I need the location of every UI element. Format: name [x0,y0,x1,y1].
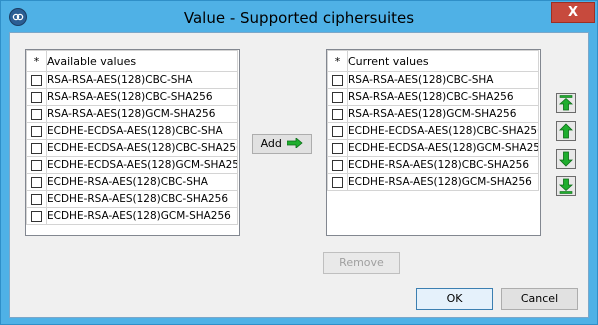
list-item[interactable]: ECDHE-ECDSA-AES(128)CBC-SHA [26,122,238,140]
list-item[interactable]: ECDHE-ECDSA-AES(128)CBC-SHA256 [327,122,539,140]
move-to-top-icon [559,95,573,111]
title-bar[interactable]: Value - Supported ciphersuites X [1,1,597,33]
row-checkbox[interactable] [332,109,343,120]
current-values-header[interactable]: Current values [347,50,539,72]
available-values-header[interactable]: Available values [46,50,238,72]
list-item[interactable]: RSA-RSA-AES(128)GCM-SHA256 [327,105,539,123]
cipher-name: RSA-RSA-AES(128)CBC-SHA [347,71,539,89]
row-checkbox[interactable] [31,160,42,171]
cipher-name: RSA-RSA-AES(128)CBC-SHA256 [46,88,238,106]
select-column-header[interactable]: * [26,50,47,72]
list-item[interactable]: RSA-RSA-AES(128)GCM-SHA256 [26,105,238,123]
row-checkbox[interactable] [332,160,343,171]
move-to-bottom-button[interactable] [556,176,576,196]
row-checkbox[interactable] [332,75,343,86]
add-button[interactable]: Add [252,134,312,154]
move-up-button[interactable] [556,121,576,141]
list-item[interactable]: ECDHE-ECDSA-AES(128)GCM-SHA256 [26,156,238,174]
row-checkbox[interactable] [31,211,42,222]
add-button-label: Add [260,137,282,150]
list-item[interactable]: ECDHE-ECDSA-AES(128)GCM-SHA256 [327,139,539,157]
ok-button[interactable]: OK [416,288,493,310]
move-to-top-button[interactable] [556,93,576,113]
list-item[interactable]: RSA-RSA-AES(128)CBC-SHA256 [26,88,238,106]
row-checkbox[interactable] [332,126,343,137]
close-icon: X [567,5,579,20]
cancel-button-label: Cancel [520,292,559,305]
row-checkbox[interactable] [31,75,42,86]
cipher-name: ECDHE-ECDSA-AES(128)CBC-SHA256 [347,122,539,140]
cipher-name: RSA-RSA-AES(128)GCM-SHA256 [347,105,539,123]
cipher-name: RSA-RSA-AES(128)CBC-SHA256 [347,88,539,106]
available-values-list[interactable]: * Available values RSA-RSA-AES(128)CBC-S… [25,49,240,236]
ok-button-label: OK [446,292,463,305]
list-item[interactable]: RSA-RSA-AES(128)CBC-SHA [327,71,539,89]
row-checkbox[interactable] [332,92,343,103]
dialog-window: Value - Supported ciphersuites X * Avail… [0,0,598,325]
cipher-name: ECDHE-RSA-AES(128)CBC-SHA256 [347,156,539,174]
cipher-name: ECDHE-RSA-AES(128)CBC-SHA256 [46,190,238,208]
cipher-name: ECDHE-RSA-AES(128)GCM-SHA256 [347,173,539,191]
move-down-button[interactable] [556,149,576,169]
list-item[interactable]: RSA-RSA-AES(128)CBC-SHA256 [327,88,539,106]
list-item[interactable]: ECDHE-RSA-AES(128)GCM-SHA256 [26,207,238,225]
row-checkbox[interactable] [332,143,343,154]
window-title: Value - Supported ciphersuites [183,9,415,27]
row-checkbox[interactable] [31,194,42,205]
cipher-name: ECDHE-ECDSA-AES(128)GCM-SHA256 [46,156,238,174]
cipher-name: ECDHE-RSA-AES(128)CBC-SHA [46,173,238,191]
cipher-name: ECDHE-ECDSA-AES(128)GCM-SHA256 [347,139,539,157]
list-item[interactable]: ECDHE-RSA-AES(128)CBC-SHA256 [327,156,539,174]
move-up-icon [559,123,573,139]
cipher-name: ECDHE-ECDSA-AES(128)CBC-SHA [46,122,238,140]
cipher-name: ECDHE-ECDSA-AES(128)CBC-SHA256 [46,139,238,157]
row-checkbox[interactable] [31,177,42,188]
row-checkbox[interactable] [31,143,42,154]
current-values-list[interactable]: * Current values RSA-RSA-AES(128)CBC-SHA… [326,49,541,236]
list-item[interactable]: ECDHE-ECDSA-AES(128)CBC-SHA256 [26,139,238,157]
select-column-header[interactable]: * [327,50,348,72]
cipher-name: ECDHE-RSA-AES(128)GCM-SHA256 [46,207,238,225]
green-right-arrow-icon [286,137,304,149]
remove-button[interactable]: Remove [323,252,400,274]
close-button[interactable]: X [551,2,595,23]
move-down-icon [559,151,573,167]
dialog-body: * Available values RSA-RSA-AES(128)CBC-S… [9,32,589,318]
list-item[interactable]: ECDHE-RSA-AES(128)CBC-SHA [26,173,238,191]
cipher-name: RSA-RSA-AES(128)CBC-SHA [46,71,238,89]
row-checkbox[interactable] [332,177,343,188]
list-item[interactable]: ECDHE-RSA-AES(128)GCM-SHA256 [327,173,539,191]
move-to-bottom-icon [559,178,573,194]
cipher-name: RSA-RSA-AES(128)GCM-SHA256 [46,105,238,123]
row-checkbox[interactable] [31,126,42,137]
list-item[interactable]: RSA-RSA-AES(128)CBC-SHA [26,71,238,89]
remove-button-label: Remove [339,256,384,269]
row-checkbox[interactable] [31,92,42,103]
list-item[interactable]: ECDHE-RSA-AES(128)CBC-SHA256 [26,190,238,208]
row-checkbox[interactable] [31,109,42,120]
cancel-button[interactable]: Cancel [501,288,578,310]
